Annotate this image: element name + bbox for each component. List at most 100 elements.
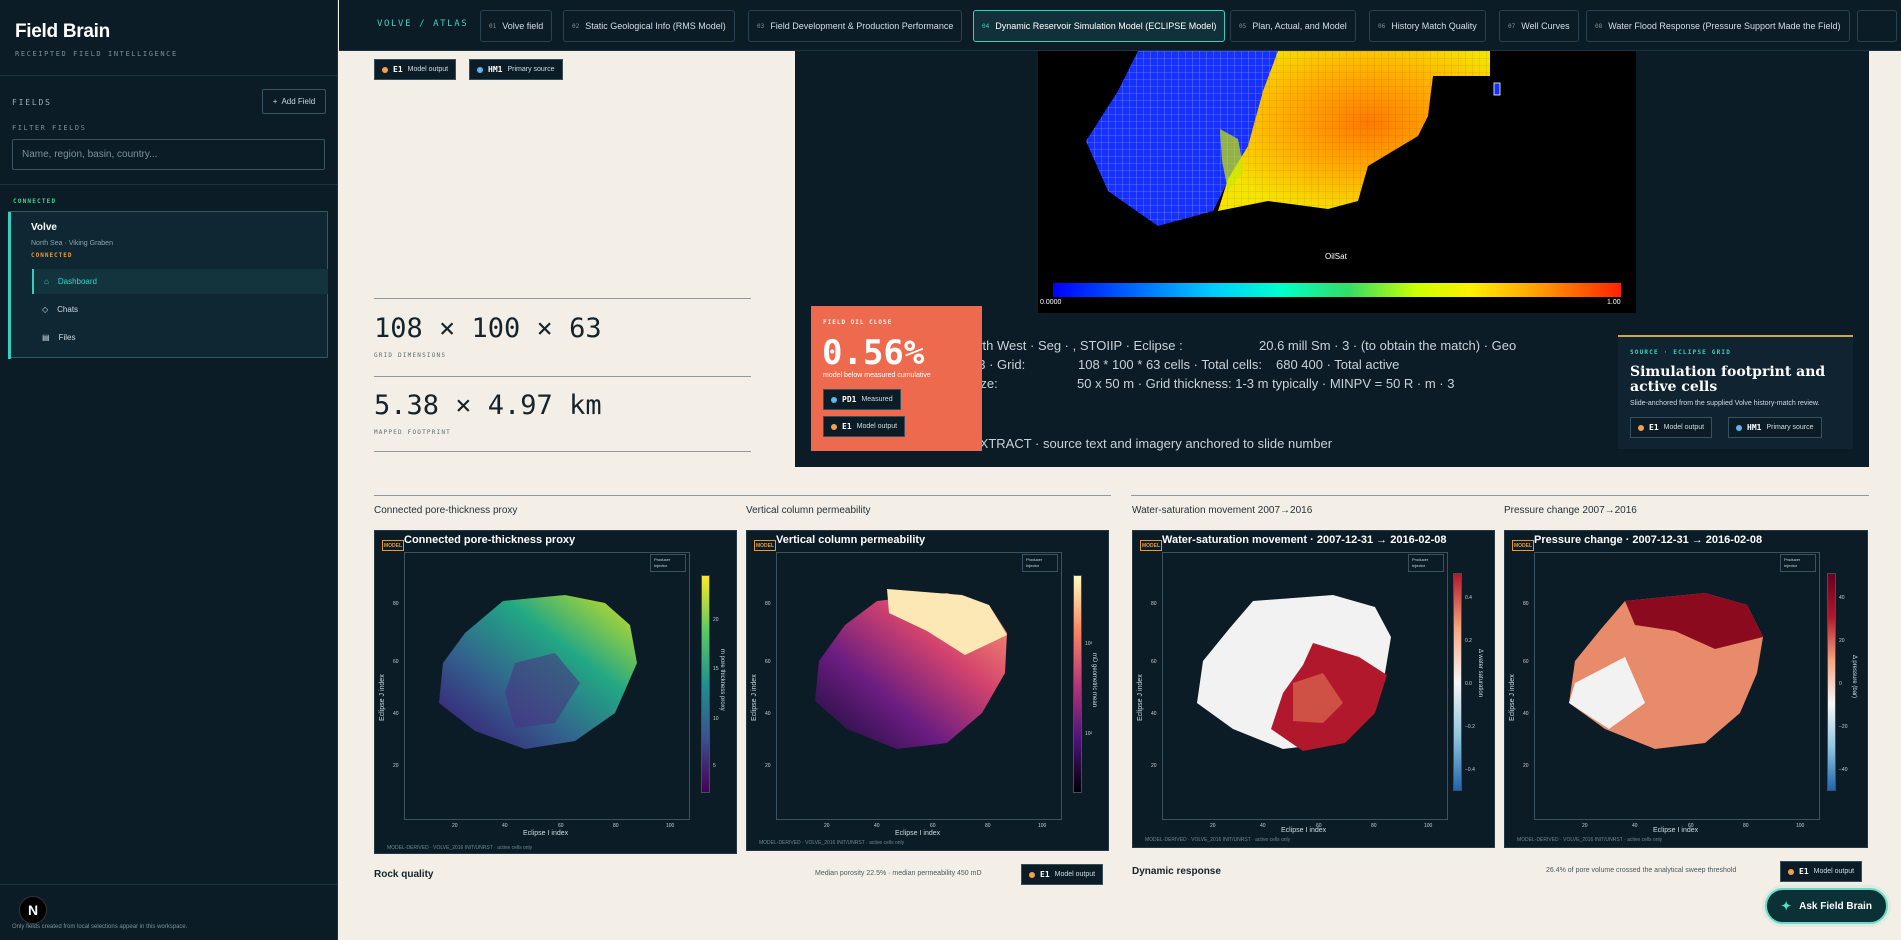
simulation-panel: OilSat 0.0000 1.00 orth West · Seg · , S…	[795, 51, 1869, 467]
tab-number: 04	[982, 22, 990, 30]
tab-overflow[interactable]	[1857, 10, 1897, 42]
sidebar-item-label: Files	[58, 333, 76, 342]
legend-injector: Injector	[1026, 563, 1040, 568]
measured-chip[interactable]: PD1 Measured	[823, 389, 901, 410]
ask-field-brain-button[interactable]: ✦ Ask Field Brain	[1765, 888, 1888, 924]
colorbar-title: OilSat	[1325, 252, 1347, 261]
model-output-chip[interactable]: E1 Model output	[1630, 417, 1713, 438]
cbar-label: m pore thickness proxy	[719, 649, 725, 711]
tab-dynamic-reservoir[interactable]: 04 Dynamic Reservoir Simulation Model (E…	[973, 10, 1226, 42]
sidebar: Field Brain RECEIPTED FIELD INTELLIGENCE…	[0, 0, 338, 940]
tab-plan-actual-model[interactable]: 05 Plan, Actual, and Model	[1230, 10, 1356, 42]
y-tick: 40	[393, 711, 399, 717]
model-output-chip[interactable]: E1 Model output	[823, 416, 906, 437]
x-tick: 80	[1743, 823, 1749, 829]
tab-well-curves[interactable]: 07 Well Curves	[1499, 10, 1579, 42]
tab-static-geological[interactable]: 02 Static Geological Info (RMS Model)	[563, 10, 735, 42]
model-tag: MODEL	[382, 540, 404, 551]
x-tick: 80	[1371, 823, 1377, 829]
blue-dot-icon	[831, 396, 837, 403]
model-output-chip[interactable]: E1 Model output	[1021, 864, 1104, 885]
grid-dimensions-value: 108 × 100 × 63	[374, 313, 602, 344]
chip-code: HM1	[488, 65, 503, 74]
divider	[374, 451, 751, 452]
tab-label: Dynamic Reservoir Simulation Model (ECLI…	[995, 21, 1217, 31]
y-tick: 60	[765, 659, 771, 665]
plot-footnote: MODEL-DERIVED · VOLVE_2016 INIT/UNRST · …	[1145, 837, 1291, 843]
divider-gap	[1111, 495, 1131, 496]
plot-colorbar	[701, 575, 710, 793]
tab-number: 06	[1378, 22, 1386, 30]
orange-dot-icon	[1638, 424, 1644, 431]
primary-source-chip[interactable]: HM1 Primary source	[469, 59, 563, 80]
model-output-chip[interactable]: E1 Model output	[374, 59, 457, 80]
plot-caption: Water-saturation movement 2007→2016	[1132, 505, 1313, 516]
x-tick: 40	[874, 823, 880, 829]
x-axis-label: Eclipse I index	[895, 830, 941, 837]
colorbar-max: 1.00	[1607, 299, 1621, 306]
chip-code: E1	[842, 422, 852, 431]
tab-field-development[interactable]: 03 Field Development & Production Perfor…	[748, 10, 963, 42]
water-saturation-map	[1197, 595, 1391, 751]
cbar-tick: 0.0	[1465, 681, 1472, 687]
plot-footnote: MODEL-DERIVED · VOLVE_2016 INIT/UNRST · …	[1517, 837, 1663, 843]
chip-label: Primary source	[507, 66, 555, 73]
tab-volve-field[interactable]: 01 Volve field	[480, 10, 553, 42]
legend-injector: Injector	[654, 563, 668, 568]
chip-label: Model output	[856, 423, 898, 430]
model-tag: MODEL	[1512, 540, 1534, 551]
x-tick: 100	[1796, 823, 1805, 829]
primary-source-chip[interactable]: HM1 Primary source	[1728, 417, 1822, 438]
eclipse-grid-image	[1038, 51, 1636, 313]
y-tick: 80	[765, 601, 771, 607]
x-tick: 80	[985, 823, 991, 829]
plot-footnote: MODEL-DERIVED · VOLVE_2016 INIT/UNRST · …	[387, 845, 533, 851]
add-field-button[interactable]: + Add Field	[262, 89, 326, 114]
x-tick: 40	[502, 823, 508, 829]
y-tick: 60	[1523, 659, 1529, 665]
callout-subtext: model below measured cumulative	[823, 372, 931, 379]
sidebar-item-files[interactable]: ▤ Files	[32, 325, 328, 350]
x-tick: 20	[824, 823, 830, 829]
tab-number: 08	[1595, 22, 1603, 30]
divider	[0, 184, 338, 185]
cbar-tick: −0.2	[1465, 724, 1475, 730]
sidebar-item-chats[interactable]: ◇ Chats	[32, 297, 328, 322]
plot-legend: Producer Injector	[1408, 554, 1444, 572]
extract-line-3b: 50 x 50 m · Grid thickness: 1-3 m typica…	[1077, 376, 1455, 391]
pore-thickness-plot: MODEL Connected pore-thickness proxy Pro…	[374, 530, 737, 854]
sidebar-item-dashboard[interactable]: ⌂ Dashboard	[32, 269, 328, 294]
extract-line-1a: orth West · Seg · , STOIIP · Eclipse :	[971, 338, 1183, 353]
plot-axes	[1162, 552, 1448, 820]
breadcrumb[interactable]: VOLVE / ATLAS	[377, 19, 468, 29]
n-logo-badge[interactable]: N	[19, 896, 47, 924]
filter-fields-input[interactable]	[12, 139, 325, 170]
y-axis-label: Eclipse J index	[1137, 674, 1144, 721]
cbar-tick: 0	[1839, 681, 1842, 687]
y-axis-label: Eclipse J index	[1509, 674, 1516, 721]
field-card-volve[interactable]: Volve North Sea · Viking Graben CONNECTE…	[8, 211, 328, 359]
cbar-tick: −20	[1839, 724, 1848, 730]
model-output-chip[interactable]: E1 Model output	[1780, 861, 1863, 882]
legend-injector: Injector	[1784, 563, 1798, 568]
x-tick: 100	[1038, 823, 1047, 829]
chip-label: Model output	[1813, 868, 1855, 875]
tab-number: 02	[572, 22, 580, 30]
mapped-footprint-label: MAPPED FOOTPRINT	[374, 429, 451, 436]
water-saturation-plot: MODEL Water-saturation movement · 2007-1…	[1132, 530, 1495, 848]
divider	[374, 298, 751, 299]
pressure-change-map	[1569, 593, 1763, 749]
cbar-tick: 40	[1839, 595, 1845, 601]
pore-thickness-map	[439, 595, 637, 749]
tab-number: 03	[757, 22, 765, 30]
plot-title: Connected pore-thickness proxy	[404, 534, 576, 546]
tab-water-flood[interactable]: 08 Water Flood Response (Pressure Suppor…	[1586, 10, 1850, 42]
x-axis-label: Eclipse I index	[1653, 827, 1699, 834]
chip-label: Measured	[861, 396, 893, 403]
tab-history-match[interactable]: 06 History Match Quality	[1369, 10, 1486, 42]
y-tick: 80	[1523, 601, 1529, 607]
y-tick: 20	[1523, 763, 1529, 769]
brand-title: Field Brain	[15, 21, 110, 42]
brand-tagline: RECEIPTED FIELD INTELLIGENCE	[15, 50, 178, 58]
x-tick: 40	[1260, 823, 1266, 829]
